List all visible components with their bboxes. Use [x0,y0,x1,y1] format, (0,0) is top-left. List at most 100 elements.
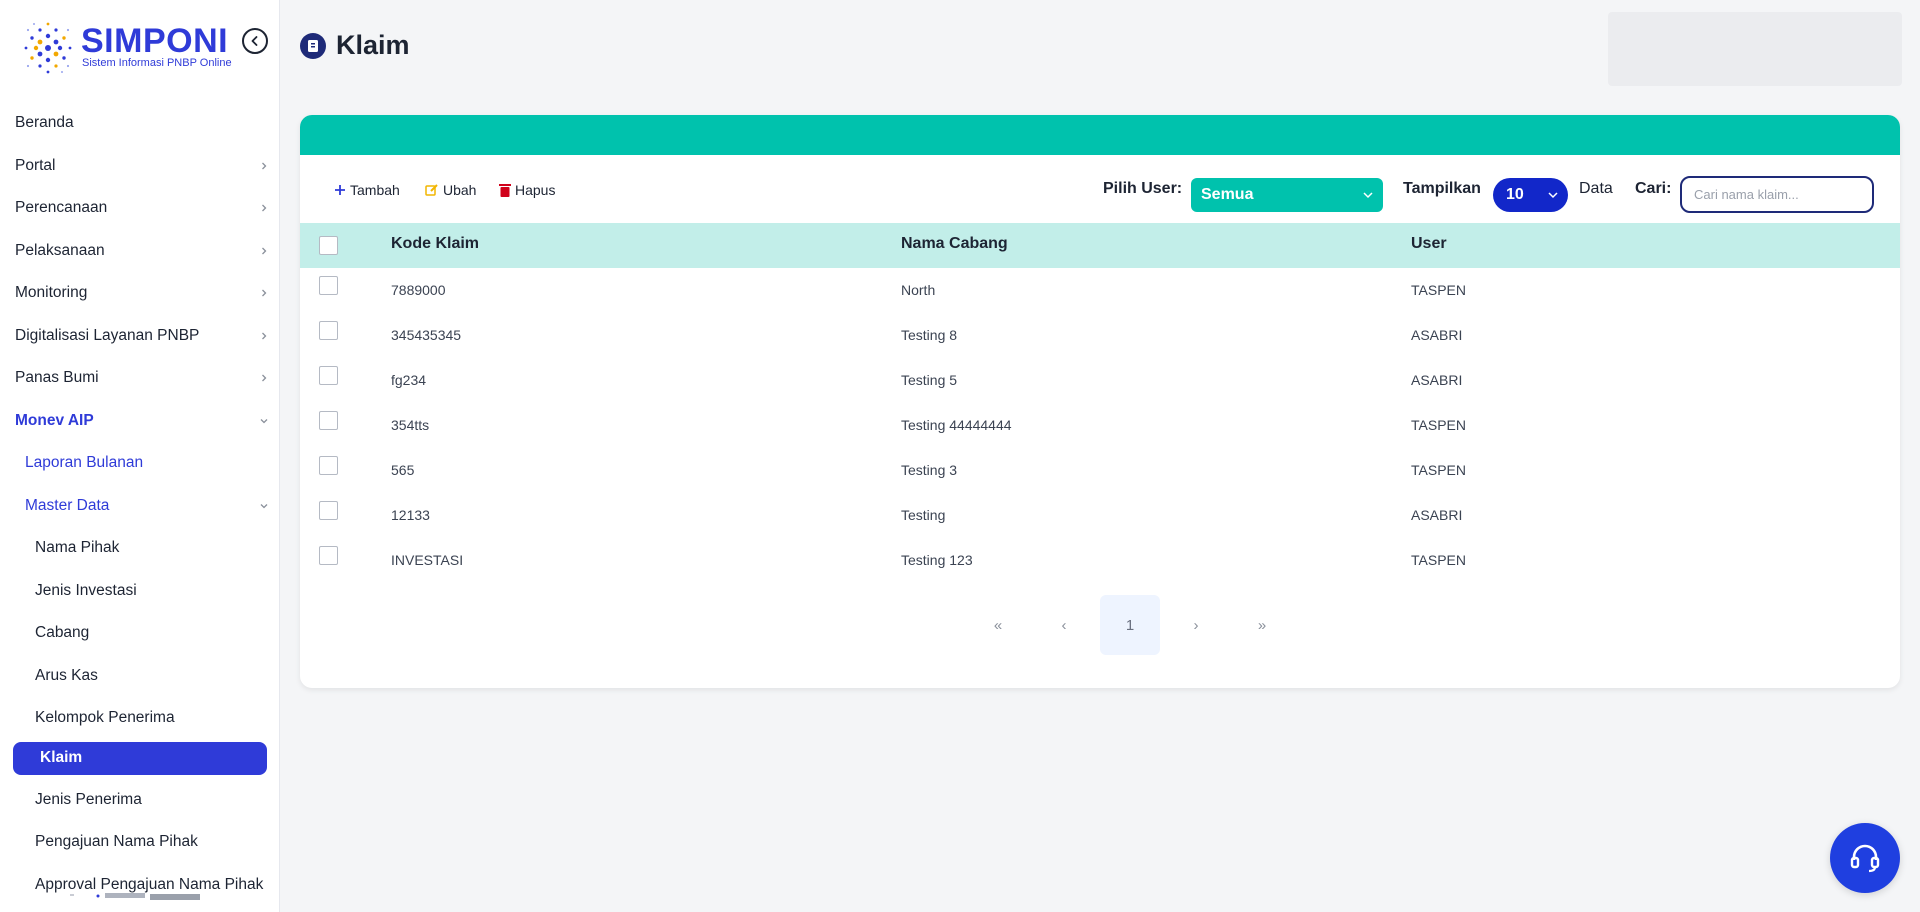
table-row[interactable]: fg234 Testing 5 ASABRI [300,358,1900,403]
table-row[interactable]: 12133 Testing ASABRI [300,493,1900,538]
sidebar-item-klaim[interactable]: Klaim [13,741,267,775]
sidebar-item-arus-kas[interactable]: Arus Kas [0,655,279,698]
chevron-right-icon [262,247,267,255]
sidebar-item-label: Pelaksanaan [15,241,105,259]
col-header-nama-cabang[interactable]: Nama Cabang [901,235,1008,253]
sidebar: SIMPONI Sistem Informasi PNBP Online Ber… [0,0,280,912]
table-row[interactable]: INVESTASI Testing 123 TASPEN [300,538,1900,583]
chevron-down-icon [1548,192,1558,199]
chevron-right-icon [262,374,267,382]
chevron-down-icon [260,503,268,509]
footer-decoration [70,893,200,900]
pagination: « ‹ 1 › » [300,595,1900,655]
sidebar-item-nama-pihak[interactable]: Nama Pihak [0,527,279,570]
cell-kode-klaim: 12133 [391,507,430,523]
sidebar-item-label: Arus Kas [35,666,98,684]
next-page-icon: › [1193,616,1199,634]
help-button[interactable] [1830,823,1900,893]
page-size-value: 10 [1506,186,1524,203]
sidebar-item-label: Jenis Investasi [35,581,137,599]
row-checkbox[interactable] [319,411,338,430]
first-page-button[interactable]: « [968,595,1028,655]
sidebar-item-label: Master Data [25,496,110,514]
chevron-down-icon [260,418,268,424]
cell-nama-cabang: Testing 3 [901,462,958,478]
delete-button-label: Hapus [515,182,556,198]
chevron-right-icon [262,289,267,297]
edit-button[interactable]: Ubah [425,182,476,198]
sidebar-item-label: Nama Pihak [35,539,120,557]
sidebar-item-jenis-investasi[interactable]: Jenis Investasi [0,570,279,613]
user-profile-placeholder[interactable] [1608,12,1902,86]
add-button[interactable]: Tambah [334,182,400,198]
sidebar-item-label: Portal [15,156,56,174]
sidebar-item-cabang[interactable]: Cabang [0,612,279,655]
sidebar-item-label: Digitalisasi Layanan PNBP [15,326,200,344]
sidebar-nav: Beranda Portal Perencanaan Pelaksanaan M… [0,102,279,906]
table-row[interactable]: 565 Testing 3 TASPEN [300,448,1900,493]
row-checkbox[interactable] [319,276,338,295]
delete-button[interactable]: Hapus [499,182,555,198]
sidebar-item-jenis-penerima[interactable]: Jenis Penerima [0,779,279,822]
table-row[interactable]: 7889000 North TASPEN [300,268,1900,313]
cell-nama-cabang: Testing 8 [901,327,958,343]
row-checkbox[interactable] [319,366,338,385]
data-label: Data [1579,180,1613,197]
page-title: Klaim [336,30,410,60]
row-checkbox[interactable] [319,501,338,520]
prev-page-button[interactable]: ‹ [1034,595,1094,655]
select-all-checkbox[interactable] [319,236,338,255]
cell-user: TASPEN [1411,282,1466,298]
sidebar-item-label: Panas Bumi [15,369,99,387]
chevron-right-icon [262,162,267,170]
page-size-select[interactable]: 10 [1493,178,1568,212]
logo-icon [24,22,72,74]
sidebar-item-label: Perencanaan [15,199,108,217]
edit-icon [425,184,438,196]
brand-subtitle: Sistem Informasi PNBP Online [82,57,232,69]
last-page-button[interactable]: » [1232,595,1292,655]
page-button-current[interactable]: 1 [1100,595,1160,655]
sidebar-item-portal[interactable]: Portal [0,145,279,188]
sidebar-item-digitalisasi[interactable]: Digitalisasi Layanan PNBP [0,315,279,358]
row-checkbox[interactable] [319,546,338,565]
sidebar-item-laporan-bulanan[interactable]: Laporan Bulanan [0,442,279,485]
search-input[interactable] [1680,176,1874,213]
table-row[interactable]: 345435345 Testing 8 ASABRI [300,313,1900,358]
sidebar-item-beranda[interactable]: Beranda [0,102,279,145]
sidebar-item-label: Laporan Bulanan [25,454,144,472]
page-size-label: Tampilkan [1403,180,1481,197]
user-filter-select[interactable]: Semua [1191,178,1383,212]
brand-logo[interactable]: SIMPONI Sistem Informasi PNBP Online [18,18,268,78]
sidebar-item-perencanaan[interactable]: Perencanaan [0,187,279,230]
sidebar-item-label: Kelompok Penerima [35,709,175,727]
cell-kode-klaim: INVESTASI [391,552,464,568]
table-row[interactable]: 354tts Testing 44444444 TASPEN [300,403,1900,448]
sidebar-item-pelaksanaan[interactable]: Pelaksanaan [0,230,279,273]
cell-nama-cabang: Testing [901,507,946,523]
cell-kode-klaim: 7889000 [391,282,446,298]
klaim-table: Kode Klaim Nama Cabang User 7889000 Nort… [300,223,1900,583]
sidebar-item-panas-bumi[interactable]: Panas Bumi [0,357,279,400]
sidebar-item-pengajuan-nama-pihak[interactable]: Pengajuan Nama Pihak [0,821,279,864]
sidebar-item-label: Monev AIP [15,411,94,429]
row-checkbox[interactable] [319,321,338,340]
row-checkbox[interactable] [319,456,338,475]
next-page-button[interactable]: › [1166,595,1226,655]
sidebar-item-label: Beranda [15,114,74,132]
cell-user: ASABRI [1411,507,1463,523]
sidebar-item-monev-aip[interactable]: Monev AIP [0,400,279,443]
sidebar-item-master-data[interactable]: Master Data [0,485,279,528]
cell-kode-klaim: 345435345 [391,327,462,343]
sidebar-item-kelompok-penerima[interactable]: Kelompok Penerima [0,697,279,740]
document-icon [300,32,326,59]
col-header-user[interactable]: User [1411,235,1447,253]
sidebar-item-monitoring[interactable]: Monitoring [0,272,279,315]
trash-icon [499,184,511,197]
chevron-down-icon [1363,192,1373,199]
prev-page-icon: ‹ [1061,616,1067,634]
edit-button-label: Ubah [443,182,477,198]
collapse-sidebar-button[interactable] [242,28,268,54]
col-header-kode-klaim[interactable]: Kode Klaim [391,235,479,253]
sidebar-item-label: Pengajuan Nama Pihak [35,833,198,851]
